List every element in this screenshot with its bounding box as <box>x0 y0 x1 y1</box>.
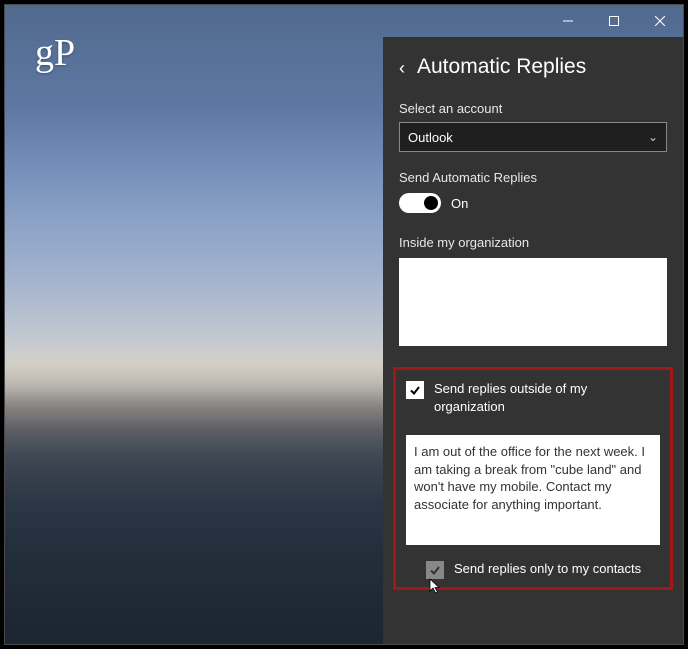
contacts-only-row: Send replies only to my contacts <box>426 560 660 579</box>
back-icon[interactable]: ‹ <box>399 57 405 77</box>
gp-logo: gP <box>35 31 75 75</box>
outside-org-textarea[interactable] <box>406 435 660 545</box>
close-button[interactable] <box>637 5 683 37</box>
account-label: Select an account <box>399 101 667 116</box>
account-select-value: Outlook <box>408 130 453 145</box>
send-replies-toggle[interactable] <box>399 193 441 213</box>
chevron-down-icon: ⌄ <box>648 130 658 144</box>
contacts-only-label: Send replies only to my contacts <box>454 560 641 578</box>
send-replies-label: Send Automatic Replies <box>399 170 667 185</box>
inside-org-textarea[interactable] <box>399 258 667 346</box>
checkmark-icon <box>409 384 421 396</box>
outside-org-check-label: Send replies outside of my organization <box>434 380 660 415</box>
outside-highlight-box: Send replies outside of my organization … <box>393 367 673 590</box>
close-icon <box>655 16 665 26</box>
minimize-icon <box>563 16 573 26</box>
mouse-cursor-icon <box>429 578 443 596</box>
account-select[interactable]: Outlook ⌄ <box>399 122 667 152</box>
outside-org-checkbox[interactable] <box>406 381 424 399</box>
settings-panel: ‹ Automatic Replies Select an account Ou… <box>383 37 683 644</box>
maximize-button[interactable] <box>591 5 637 37</box>
contacts-only-checkbox[interactable] <box>426 561 444 579</box>
toggle-knob <box>424 196 438 210</box>
checkmark-icon <box>429 564 441 576</box>
minimize-button[interactable] <box>545 5 591 37</box>
app-window: gP ‹ Automatic Replies Select an account… <box>4 4 684 645</box>
toggle-row: On <box>399 193 667 213</box>
inside-org-label: Inside my organization <box>399 235 667 250</box>
panel-header: ‹ Automatic Replies <box>399 55 667 79</box>
window-titlebar <box>545 5 683 37</box>
panel-title: Automatic Replies <box>417 55 586 79</box>
outside-check-row: Send replies outside of my organization <box>406 380 660 415</box>
maximize-icon <box>609 16 619 26</box>
toggle-state-label: On <box>451 196 468 211</box>
